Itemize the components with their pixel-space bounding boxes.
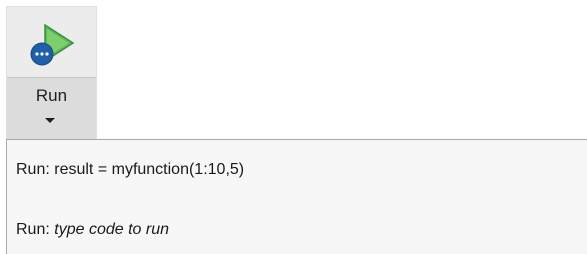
menu-item-prefix: Run: <box>16 221 55 238</box>
menu-item-prefix: Run: <box>16 161 55 178</box>
run-button[interactable]: Run <box>6 6 97 141</box>
menu-item-type-code[interactable]: Run: type code to run <box>16 221 169 239</box>
menu-item-code: result = myfunction(1:10,5) <box>54 161 245 178</box>
chevron-down-icon <box>45 118 55 123</box>
run-toolstrip: Run Run: result = myfunction(1:10,5) Run… <box>0 0 587 254</box>
run-dropdown-menu: Run: result = myfunction(1:10,5) Run: ty… <box>6 139 587 254</box>
run-button-main[interactable] <box>7 7 96 77</box>
menu-item-placeholder: type code to run <box>54 221 169 238</box>
run-button-label: Run <box>35 86 68 105</box>
run-play-icon <box>30 23 75 66</box>
menu-item-run-saved-command[interactable]: Run: result = myfunction(1:10,5) <box>16 161 244 179</box>
run-dropdown-toggle[interactable]: Run <box>7 77 96 141</box>
